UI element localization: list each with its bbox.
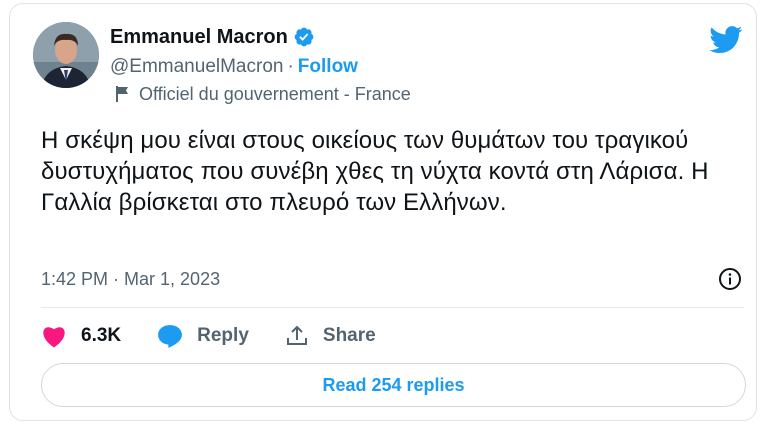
avatar[interactable] — [33, 22, 99, 88]
author-name[interactable]: Emmanuel Macron — [110, 25, 288, 49]
share-label: Share — [322, 325, 376, 346]
tweet-text: Η σκέψη μου είναι στους οικείους των θυμ… — [41, 127, 709, 216]
reply-button[interactable]: Reply — [157, 324, 249, 348]
action-bar: 6.3K Reply Share — [41, 321, 412, 351]
read-replies-button[interactable]: Read 254 replies — [41, 363, 746, 407]
share-button[interactable]: Share — [285, 324, 376, 348]
separator-dot: · — [287, 56, 294, 77]
verified-badge-icon — [294, 27, 314, 47]
share-icon — [286, 325, 307, 345]
author-handle[interactable]: @EmmanuelMacron — [110, 56, 283, 77]
like-button[interactable]: 6.3K — [41, 324, 121, 348]
government-label: Officiel du gouvernement - France — [114, 83, 411, 105]
reply-label: Reply — [197, 325, 249, 346]
follow-button[interactable]: Follow — [298, 56, 358, 77]
twitter-bird-icon[interactable] — [709, 26, 743, 54]
government-label-text: Officiel du gouvernement - France — [139, 84, 411, 104]
heart-icon — [43, 327, 65, 348]
tweet-timestamp[interactable]: 1:42 PM · Mar 1, 2023 — [41, 268, 220, 290]
flag-icon — [116, 86, 128, 102]
tweet-card: Emmanuel Macron @EmmanuelMacron · Follow O… — [9, 3, 757, 421]
info-icon[interactable] — [718, 267, 742, 291]
handle-row: @EmmanuelMacron · Follow — [110, 55, 358, 79]
speech-bubble-icon — [158, 325, 183, 348]
like-count: 6.3K — [81, 325, 122, 346]
divider — [41, 307, 744, 308]
